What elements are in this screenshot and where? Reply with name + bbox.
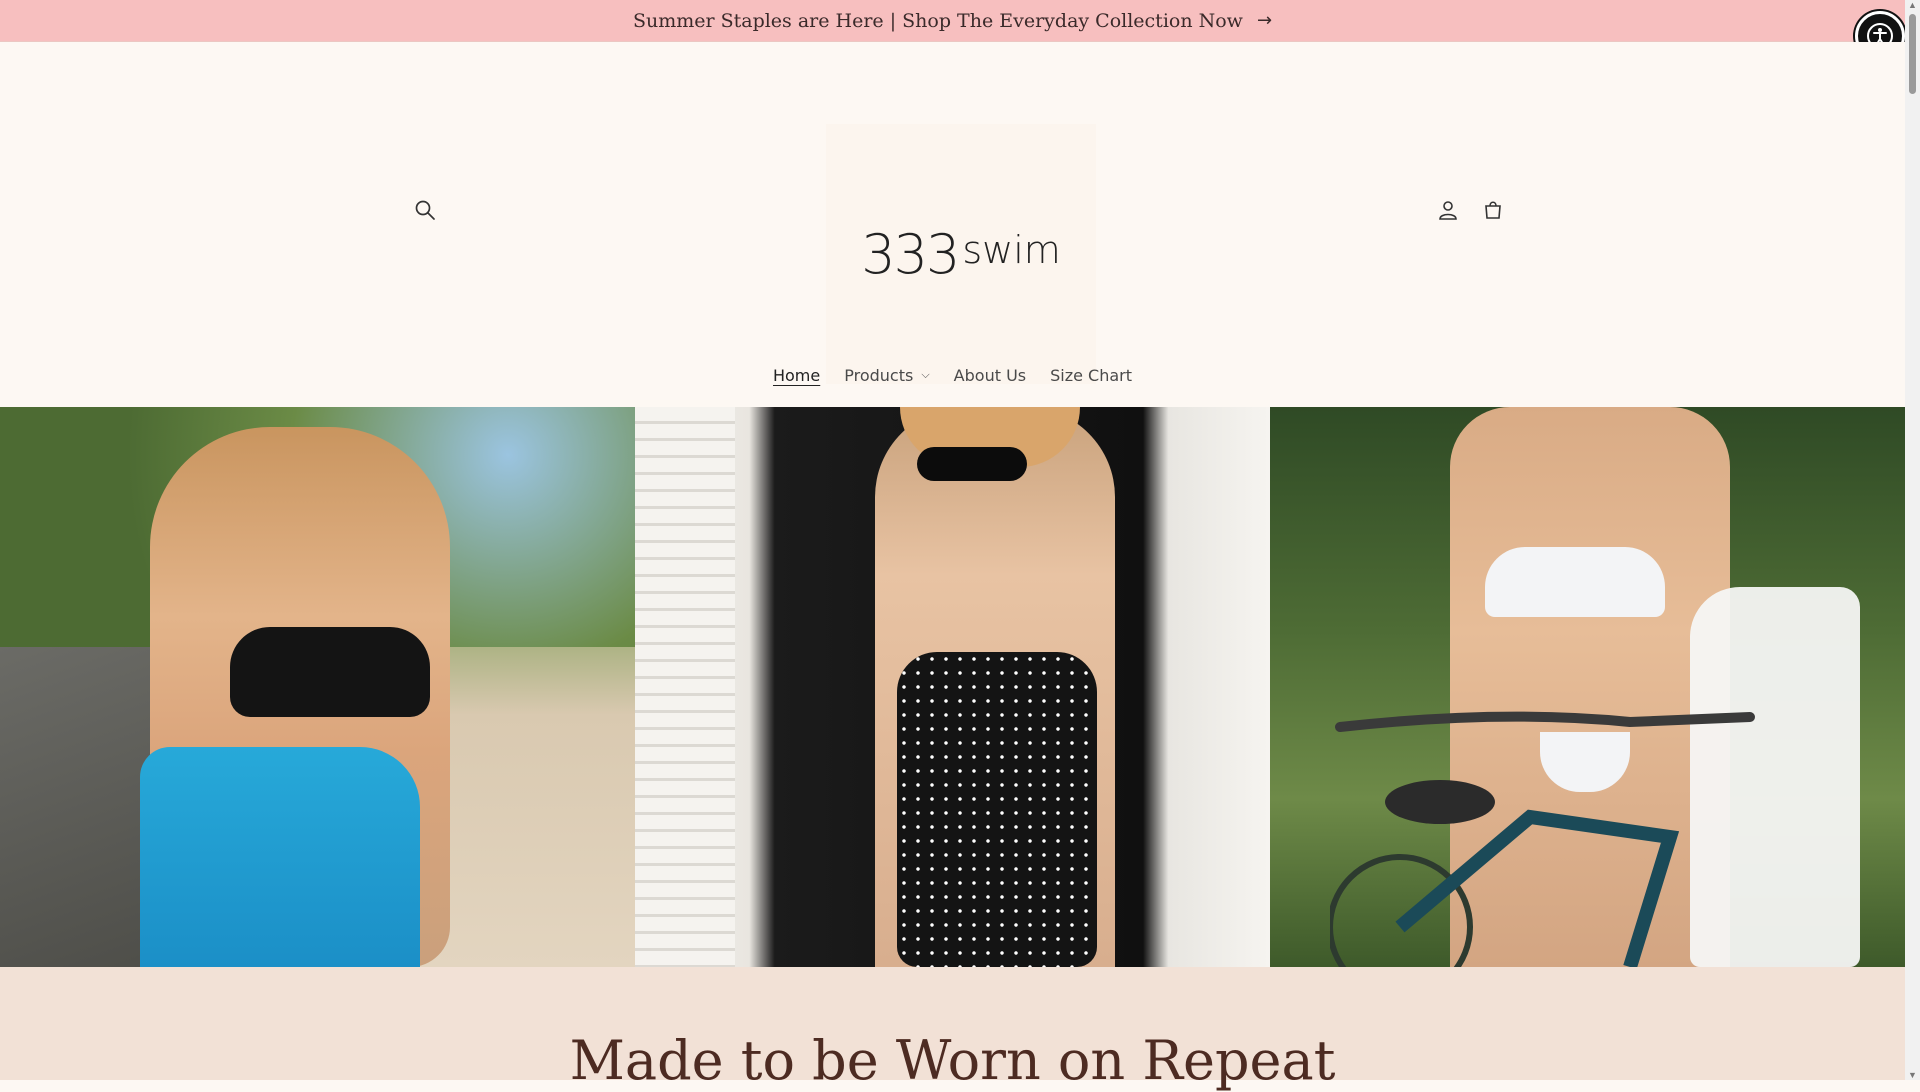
arrow-right-icon: → xyxy=(1256,10,1273,31)
nav-item-size-chart[interactable]: Size Chart xyxy=(1038,366,1144,385)
scroll-up-icon[interactable]: ▲ xyxy=(1908,0,1917,10)
scroll-down-icon[interactable]: ▼ xyxy=(1908,1070,1917,1080)
logo[interactable]: 333 swim xyxy=(826,124,1096,384)
search-icon[interactable] xyxy=(410,195,440,225)
scrollbar-thumb[interactable] xyxy=(1909,14,1916,94)
logo-digits: 333 xyxy=(861,222,960,286)
nav-item-products[interactable]: Products ⌵ xyxy=(832,366,941,385)
hero-image-grid xyxy=(0,407,1905,967)
intro-heading: Made to be Worn on Repeat xyxy=(569,1029,1336,1092)
main-nav: Home Products ⌵ About Us Size Chart xyxy=(0,355,1905,395)
hero-image-2[interactable] xyxy=(635,407,1270,967)
nav-item-home[interactable]: Home xyxy=(761,366,832,385)
cart-icon[interactable] xyxy=(1478,195,1508,225)
page-scrollbar[interactable]: ▲ ▼ xyxy=(1905,0,1920,1080)
hero-image-3[interactable] xyxy=(1270,407,1905,967)
nav-item-products-label: Products xyxy=(844,365,914,385)
intro-section: Made to be Worn on Repeat xyxy=(0,967,1905,1092)
hero-image-1[interactable] xyxy=(0,407,635,967)
announcement-text: Summer Staples are Here | Shop The Every… xyxy=(632,9,1243,32)
account-icon[interactable] xyxy=(1433,195,1463,225)
announcement-bar[interactable]: Summer Staples are Here | Shop The Every… xyxy=(0,0,1905,42)
site-header: 333 swim xyxy=(0,42,1905,407)
logo-word: swim xyxy=(962,228,1061,272)
nav-item-about-us[interactable]: About Us xyxy=(942,366,1038,385)
chevron-down-icon: ⌵ xyxy=(921,368,930,381)
